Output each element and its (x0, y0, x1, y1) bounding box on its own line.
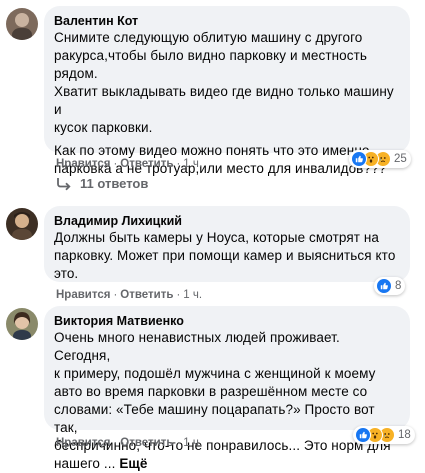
reaction-count: 8 (395, 280, 402, 292)
comment-actions: Нравится · Ответить · 1 ч. (56, 437, 203, 449)
see-more-link[interactable]: Ещё (119, 456, 147, 471)
reaction-summary[interactable]: 18 (353, 426, 415, 444)
avatar[interactable] (6, 208, 38, 240)
avatar[interactable] (6, 308, 38, 340)
comment-actions: Нравится · Ответить · 1 ч. (56, 289, 203, 301)
comment-author[interactable]: Валентин Кот (54, 13, 399, 29)
reply-arrow-icon (57, 177, 71, 190)
timestamp[interactable]: 1 ч. (183, 289, 202, 301)
reaction-count: 18 (398, 429, 411, 441)
like-link[interactable]: Нравится (56, 437, 110, 449)
like-icon (376, 278, 392, 294)
reaction-summary[interactable]: 25 (349, 150, 411, 168)
like-icon (355, 427, 371, 443)
avatar[interactable] (6, 8, 38, 40)
comment-actions: Нравится · Ответить · 1 ч. (56, 158, 203, 170)
comment-text: Очень много ненавистных людей проживает.… (54, 330, 391, 471)
view-replies-link[interactable]: 11 ответов (56, 176, 148, 191)
reply-link[interactable]: Ответить (120, 289, 173, 301)
comment-text: Должны быть камеры у Ноуса, которые смот… (54, 230, 396, 281)
replies-count: 11 ответов (80, 176, 149, 191)
comment-text: Снимите следующую облитую машину с друго… (54, 30, 394, 176)
comment-author[interactable]: Владимир Лихицкий (54, 213, 399, 229)
reaction-summary[interactable]: 8 (374, 277, 406, 295)
comment-author[interactable]: Виктория Матвиенко (54, 313, 399, 329)
comment-bubble: Владимир Лихицкий Должны быть камеры у Н… (44, 206, 410, 282)
timestamp[interactable]: 1 ч. (183, 158, 202, 170)
timestamp[interactable]: 1 ч. (183, 437, 202, 449)
like-link[interactable]: Нравится (56, 158, 110, 170)
comment-bubble: Виктория Матвиенко Очень много ненавистн… (44, 306, 410, 471)
reply-link[interactable]: Ответить (120, 437, 173, 449)
like-icon (351, 151, 367, 167)
reply-link[interactable]: Ответить (120, 158, 173, 170)
comment-bubble: Валентин Кот Снимите следующую облитую м… (44, 6, 410, 176)
reaction-count: 25 (394, 153, 407, 165)
like-link[interactable]: Нравится (56, 289, 110, 301)
